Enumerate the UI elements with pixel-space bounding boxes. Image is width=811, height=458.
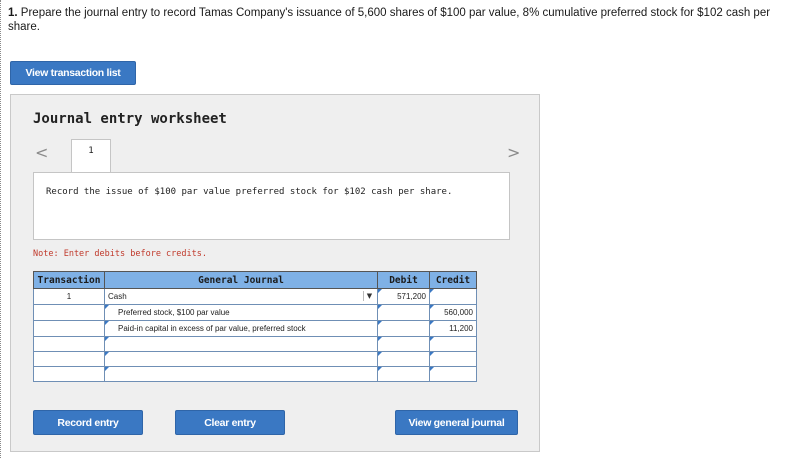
transaction-cell bbox=[33, 366, 105, 382]
input-marker bbox=[378, 352, 382, 356]
credit-input[interactable] bbox=[429, 351, 477, 367]
debit-input[interactable]: 571,200 bbox=[377, 288, 430, 305]
transaction-cell bbox=[33, 304, 105, 321]
worksheet-title: Journal entry worksheet bbox=[33, 111, 227, 127]
transaction-cell bbox=[33, 320, 105, 337]
account-select[interactable] bbox=[104, 366, 378, 382]
chevron-right-icon[interactable]: > bbox=[507, 143, 520, 162]
table-row bbox=[33, 336, 477, 352]
debit-input[interactable] bbox=[377, 304, 430, 321]
input-marker bbox=[105, 321, 109, 325]
debit-credit-note: Note: Enter debits before credits. bbox=[33, 249, 207, 259]
header-transaction: Transaction bbox=[33, 271, 105, 289]
description-text: Record the issue of $100 par value prefe… bbox=[46, 187, 453, 197]
clear-entry-button[interactable]: Clear entry bbox=[175, 410, 285, 435]
view-transaction-list-button[interactable]: View transaction list bbox=[10, 61, 136, 85]
transaction-description: Record the issue of $100 par value prefe… bbox=[33, 172, 510, 240]
table-row: Preferred stock, $100 par value 560,000 bbox=[33, 304, 477, 321]
account-select[interactable] bbox=[104, 336, 378, 352]
account-select[interactable]: Preferred stock, $100 par value bbox=[104, 304, 378, 321]
tab-label: 1 bbox=[88, 146, 94, 156]
table-row: Paid-in capital in excess of par value, … bbox=[33, 320, 477, 337]
account-select[interactable]: Cash ▼ bbox=[104, 288, 378, 305]
view-general-journal-button[interactable]: View general journal bbox=[395, 410, 518, 435]
table-row bbox=[33, 366, 477, 382]
chevron-down-icon[interactable]: ▼ bbox=[363, 291, 375, 301]
page-left-border bbox=[0, 0, 1, 458]
input-marker bbox=[105, 337, 109, 341]
chevron-left-icon[interactable]: < bbox=[35, 145, 48, 161]
input-marker bbox=[105, 367, 109, 371]
input-marker bbox=[378, 305, 382, 309]
account-select[interactable] bbox=[104, 351, 378, 367]
transaction-cell bbox=[33, 351, 105, 367]
transaction-cell: 1 bbox=[33, 288, 105, 305]
input-marker bbox=[378, 321, 382, 325]
input-marker bbox=[430, 337, 434, 341]
header-credit: Credit bbox=[429, 271, 477, 289]
header-debit: Debit bbox=[377, 271, 430, 289]
input-marker bbox=[430, 305, 434, 309]
journal-table: Transaction General Journal Debit Credit… bbox=[33, 271, 477, 382]
question-number: 1. bbox=[8, 7, 18, 19]
header-general-journal: General Journal bbox=[104, 271, 378, 289]
input-marker bbox=[378, 289, 382, 293]
input-marker bbox=[430, 289, 434, 293]
tab-transaction-1[interactable]: 1 bbox=[71, 139, 111, 173]
record-entry-button[interactable]: Record entry bbox=[33, 410, 143, 435]
input-marker bbox=[430, 321, 434, 325]
journal-header-row: Transaction General Journal Debit Credit bbox=[33, 271, 477, 289]
question-text: Prepare the journal entry to record Tama… bbox=[8, 7, 771, 33]
credit-input[interactable] bbox=[429, 288, 477, 305]
account-select[interactable]: Paid-in capital in excess of par value, … bbox=[104, 320, 378, 337]
credit-input[interactable]: 11,200 bbox=[429, 320, 477, 337]
input-marker bbox=[430, 367, 434, 371]
credit-input[interactable]: 560,000 bbox=[429, 304, 477, 321]
credit-input[interactable] bbox=[429, 366, 477, 382]
input-marker bbox=[430, 352, 434, 356]
journal-entry-worksheet: Journal entry worksheet < 1 > Record the… bbox=[10, 94, 540, 452]
table-row bbox=[33, 351, 477, 367]
debit-input[interactable] bbox=[377, 351, 430, 367]
credit-input[interactable] bbox=[429, 336, 477, 352]
input-marker bbox=[105, 305, 109, 309]
debit-input[interactable] bbox=[377, 336, 430, 352]
transaction-cell bbox=[33, 336, 105, 352]
debit-input[interactable] bbox=[377, 320, 430, 337]
input-marker bbox=[378, 337, 382, 341]
debit-input[interactable] bbox=[377, 366, 430, 382]
input-marker bbox=[105, 352, 109, 356]
table-row: 1 Cash ▼ 571,200 bbox=[33, 288, 477, 305]
input-marker bbox=[378, 367, 382, 371]
question-prompt: 1. Prepare the journal entry to record T… bbox=[8, 6, 798, 34]
